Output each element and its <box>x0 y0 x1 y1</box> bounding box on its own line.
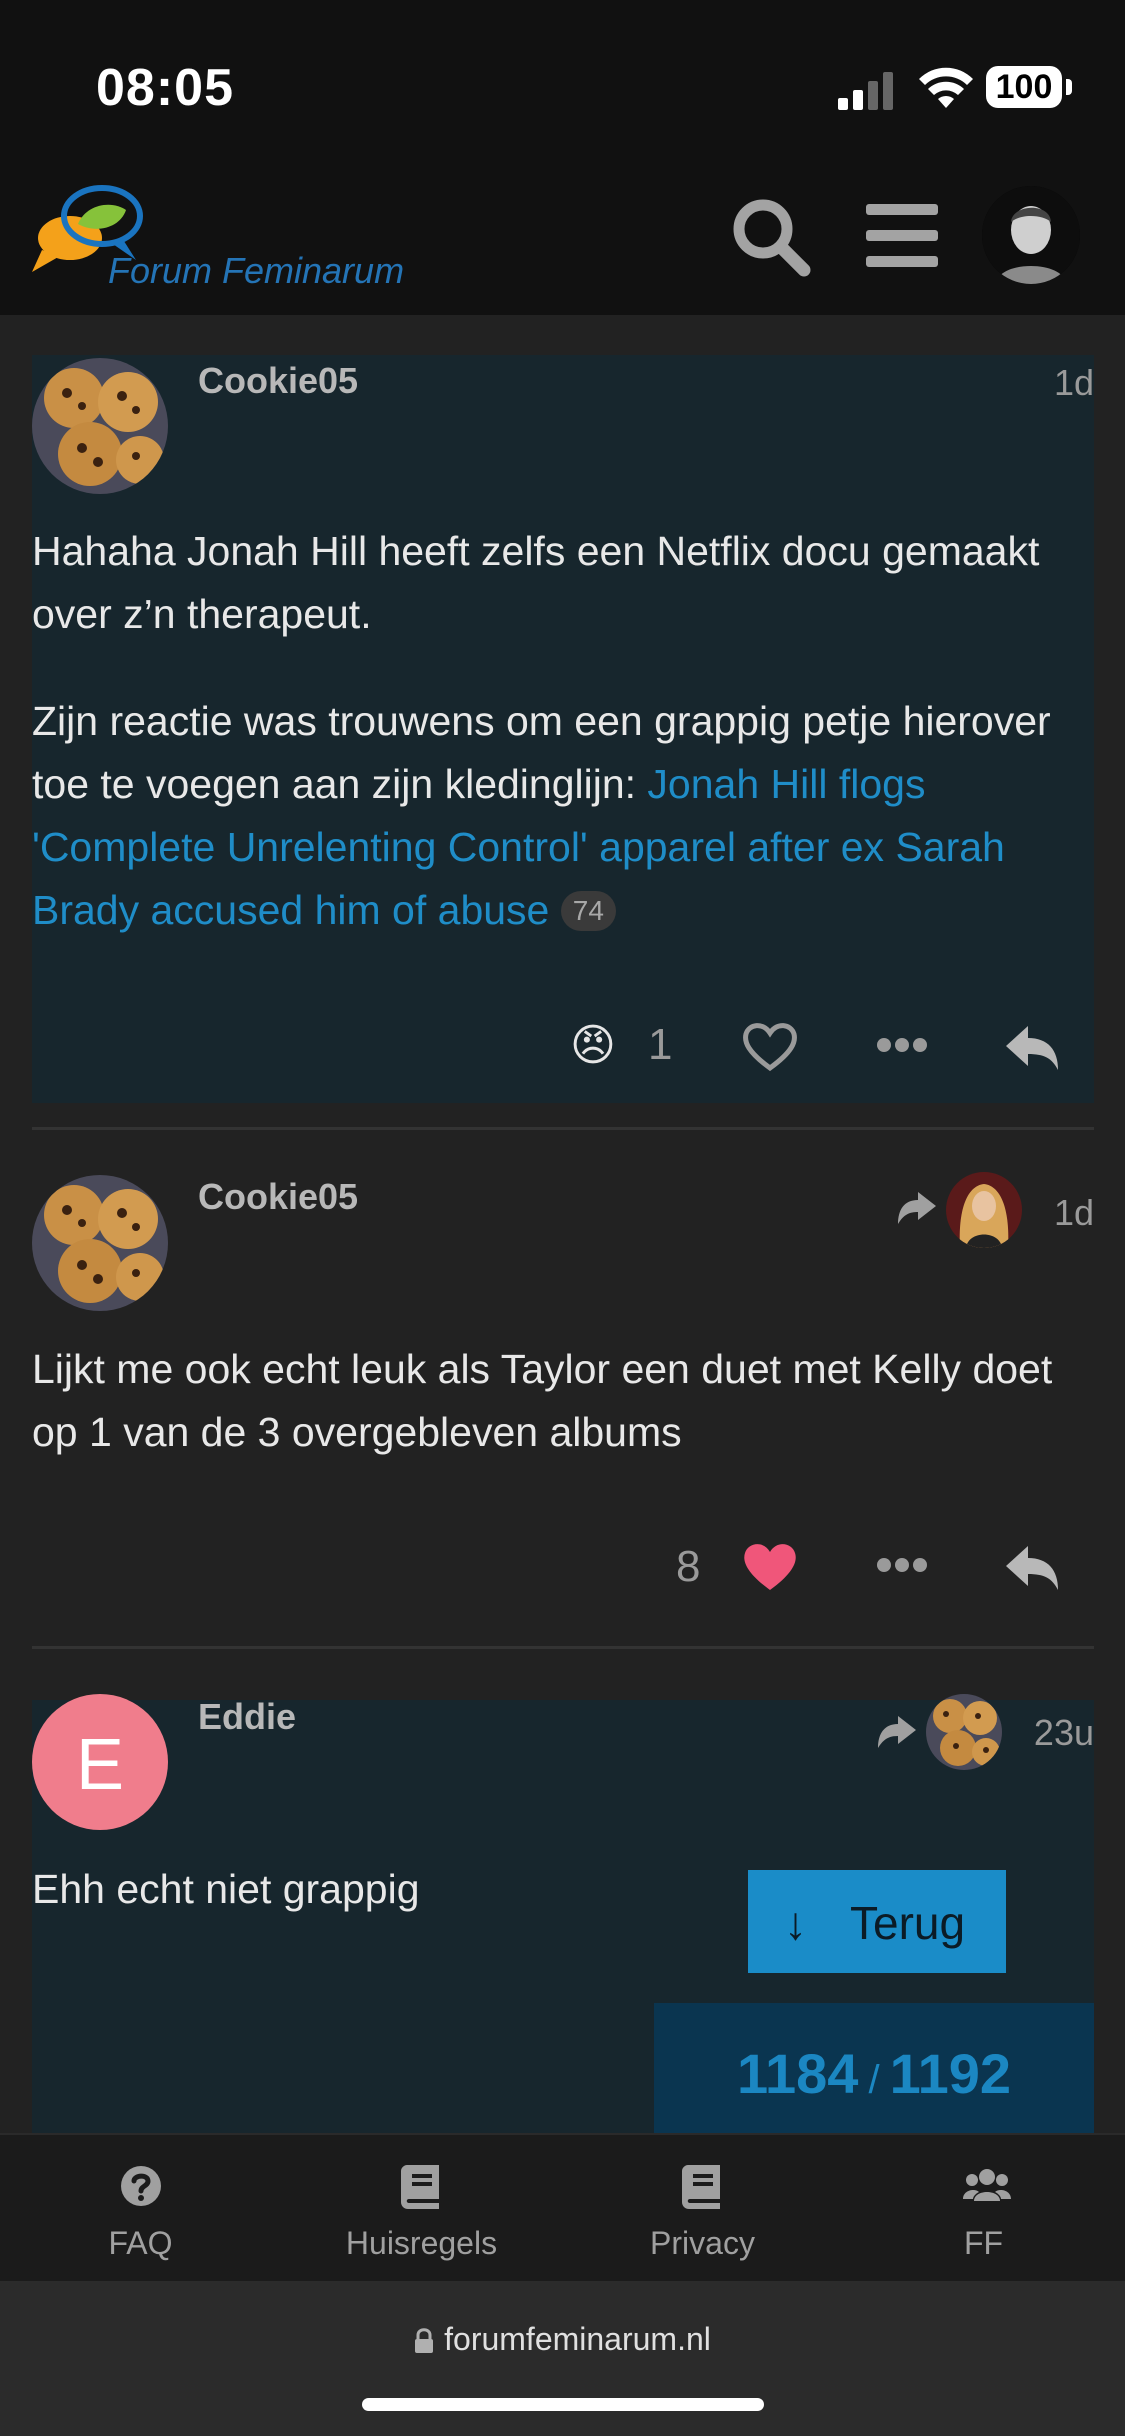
arrow-down-icon: ↓ <box>784 1897 807 1949</box>
heart-filled-icon[interactable] <box>742 1540 798 1592</box>
reply-icon[interactable] <box>1004 1544 1060 1592</box>
search-icon[interactable] <box>730 196 812 278</box>
url-display[interactable]: forumfeminarum.nl <box>0 2321 1125 2358</box>
post-paragraph: Lijkt me ook echt leuk als Taylor een du… <box>32 1346 1053 1455</box>
post-paragraph: Zijn reactie was trouwens om een grappig… <box>32 690 1094 942</box>
book-icon <box>401 2165 439 2209</box>
book-icon <box>682 2165 720 2209</box>
progress-separator: / <box>868 2058 880 2102</box>
home-indicator[interactable] <box>362 2398 764 2411</box>
topic-progress[interactable]: 1184/1192 <box>654 2003 1094 2133</box>
wifi-icon <box>919 67 973 108</box>
progress-total: 1192 <box>889 2042 1012 2105</box>
more-options-icon[interactable] <box>876 1035 928 1055</box>
cookie-avatar-image <box>32 1175 168 1311</box>
post-paragraph: Hahaha Jonah Hill heeft zelfs een Netfli… <box>32 528 1040 637</box>
cellular-signal-icon <box>838 72 893 110</box>
back-button[interactable]: ↓ Terug <box>748 1870 1006 1973</box>
tab-label: Huisregels <box>345 2225 498 2261</box>
reply-to-avatar[interactable] <box>946 1172 1022 1248</box>
status-bar: 08:05 100 <box>0 0 1125 170</box>
url-text: forumfeminarum.nl <box>444 2321 711 2357</box>
post-date[interactable]: 23u <box>1020 1712 1094 1754</box>
avatar-letter: E <box>75 1725 125 1805</box>
angry-reaction-icon[interactable]: 😠 <box>570 1020 616 1072</box>
reaction-count[interactable]: 1 <box>648 1020 672 1070</box>
hamburger-menu-icon[interactable] <box>866 204 938 268</box>
post-body: Hahaha Jonah Hill heeft zelfs een Netfli… <box>32 520 1094 986</box>
browser-url-bar[interactable]: forumfeminarum.nl <box>0 2281 1125 2436</box>
like-count[interactable]: 8 <box>676 1542 700 1592</box>
reply-to-arrow-icon <box>898 1192 936 1224</box>
post-avatar[interactable] <box>32 358 168 494</box>
more-options-icon[interactable] <box>876 1555 928 1575</box>
post-username[interactable]: Cookie05 <box>198 360 358 402</box>
tab-privacy[interactable]: Privacy <box>562 2135 843 2283</box>
tab-label: Privacy <box>650 2225 755 2261</box>
reply-icon[interactable] <box>1004 1024 1060 1072</box>
tab-ff[interactable]: FF <box>843 2135 1124 2283</box>
post-body: Lijkt me ook echt leuk als Taylor een du… <box>32 1338 1094 1508</box>
reply-to-avatar[interactable] <box>926 1694 1002 1770</box>
bottom-tab-bar: FAQ Huisregels Privacy FF <box>0 2133 1125 2283</box>
post-date[interactable]: 1d <box>1000 362 1094 404</box>
back-button-label: Terug <box>850 1897 966 1949</box>
post-avatar[interactable]: E <box>32 1694 168 1830</box>
status-time: 08:05 <box>96 59 234 117</box>
tab-huisregels[interactable]: Huisregels <box>281 2135 562 2283</box>
progress-text: 1184/1192 <box>654 2041 1094 2106</box>
cookie-avatar-image <box>32 358 168 494</box>
tab-label: FAQ <box>108 2225 173 2261</box>
question-circle-icon <box>121 2166 161 2206</box>
post-date[interactable]: 1d <box>1040 1192 1094 1234</box>
users-icon <box>963 2169 1011 2201</box>
post-divider <box>32 1646 1094 1649</box>
user-avatar-image <box>982 186 1080 284</box>
link-click-count-badge: 74 <box>560 891 616 931</box>
reply-to-avatar-image <box>946 1172 1022 1248</box>
reply-to-arrow-icon <box>878 1716 916 1748</box>
site-header <box>0 170 1125 315</box>
user-avatar[interactable] <box>982 186 1080 284</box>
battery-indicator: 100 <box>986 66 1062 108</box>
cookie-avatar-image <box>926 1694 1002 1770</box>
post-divider <box>32 1127 1094 1130</box>
post-username[interactable]: Cookie05 <box>198 1176 358 1218</box>
heart-outline-icon[interactable] <box>742 1020 798 1072</box>
post-username[interactable]: Eddie <box>198 1696 296 1738</box>
tab-label: FF <box>963 2225 1004 2261</box>
battery-tip <box>1066 79 1072 95</box>
tab-faq[interactable]: FAQ <box>0 2135 281 2283</box>
post-avatar[interactable] <box>32 1175 168 1311</box>
progress-current: 1184 <box>736 2042 859 2105</box>
logo-text[interactable]: Forum Feminarum <box>108 250 404 292</box>
lock-icon <box>415 2328 434 2353</box>
